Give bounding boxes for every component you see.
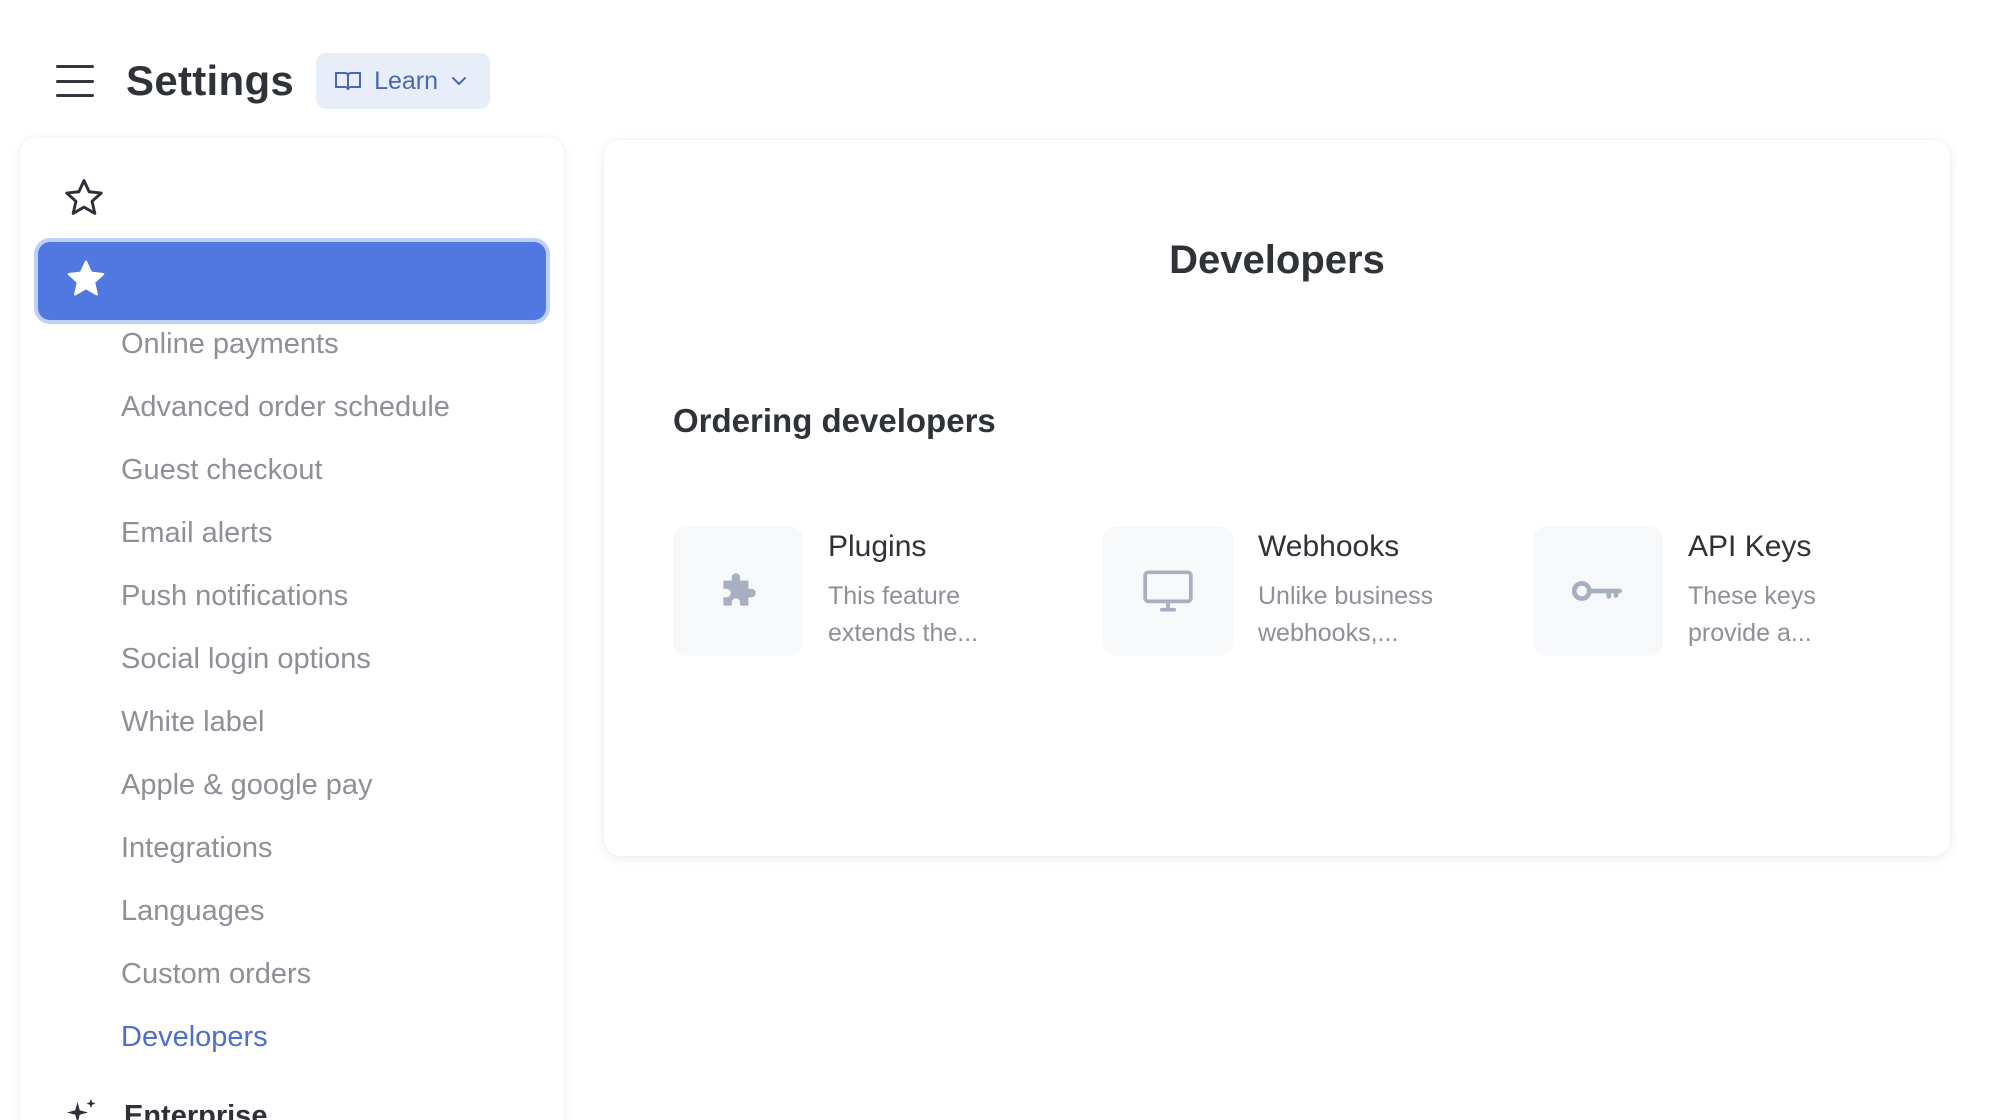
- feature-webhooks[interactable]: Webhooks Unlike business webhooks,...: [1103, 526, 1503, 658]
- monitor-icon: [1103, 526, 1233, 656]
- sidebar-item-white-label[interactable]: White label: [121, 702, 264, 742]
- sidebar-item-push-notifications[interactable]: Push notifications: [121, 576, 348, 616]
- sidebar-item-online-payments[interactable]: Online payments: [121, 324, 339, 364]
- learn-button[interactable]: Learn: [316, 53, 491, 109]
- feature-description: This feature extends the...: [828, 578, 1058, 652]
- settings-sidebar: Online payments Advanced order schedule …: [20, 138, 564, 1120]
- feature-desc-line: These keys: [1688, 582, 1816, 610]
- feature-desc-line: This feature: [828, 582, 961, 610]
- feature-description: Unlike business webhooks,...: [1258, 578, 1488, 652]
- feature-description: These keys provide a...: [1688, 578, 1918, 652]
- settings-page: Settings Learn Online payments Advanced …: [0, 0, 2000, 1120]
- page-title: Settings: [126, 57, 295, 104]
- feature-desc-line: extends the...: [828, 619, 979, 647]
- sidebar-item-active[interactable]: [38, 242, 546, 320]
- section-title: Ordering developers: [673, 402, 996, 439]
- feature-desc-line: Unlike business: [1258, 582, 1434, 610]
- sidebar-item-email-alerts[interactable]: Email alerts: [121, 513, 273, 553]
- sidebar-item-enterprise[interactable]: Enterprise: [64, 1096, 267, 1120]
- puzzle-icon: [673, 526, 803, 656]
- sidebar-item-advanced-order-schedule[interactable]: Advanced order schedule: [121, 387, 450, 427]
- sidebar-item-apple-google-pay[interactable]: Apple & google pay: [121, 765, 373, 805]
- favorites-toggle[interactable]: [62, 174, 122, 226]
- feature-desc-line: webhooks,...: [1258, 619, 1399, 647]
- star-filled-icon: [64, 257, 108, 306]
- feature-plugins[interactable]: Plugins This feature extends the...: [673, 526, 1073, 658]
- feature-desc-line: provide a...: [1688, 619, 1812, 647]
- sidebar-item-guest-checkout[interactable]: Guest checkout: [121, 450, 323, 490]
- enterprise-label: Enterprise: [124, 1100, 268, 1120]
- book-icon: [334, 70, 362, 92]
- card-title: Developers: [1169, 238, 1385, 282]
- sidebar-item-social-login-options[interactable]: Social login options: [121, 639, 371, 679]
- developers-card: Developers Ordering developers Plugins T…: [604, 140, 1950, 856]
- sidebar-item-integrations[interactable]: Integrations: [121, 828, 273, 868]
- feature-name: Webhooks: [1258, 530, 1400, 563]
- sidebar-item-languages[interactable]: Languages: [121, 891, 265, 931]
- sidebar-item-developers[interactable]: Developers: [121, 1017, 268, 1057]
- feature-name: API Keys: [1688, 530, 1812, 563]
- chevron-down-icon: [450, 75, 468, 87]
- feature-name: Plugins: [828, 530, 927, 563]
- top-header: Settings Learn: [56, 50, 491, 112]
- sidebar-item-custom-orders[interactable]: Custom orders: [121, 954, 311, 994]
- key-icon: [1533, 526, 1663, 656]
- feature-api-keys[interactable]: API Keys These keys provide a...: [1533, 526, 1933, 658]
- learn-button-label: Learn: [374, 66, 439, 95]
- star-outline-icon: [62, 176, 106, 225]
- sparkles-icon: [64, 1096, 100, 1120]
- hamburger-icon[interactable]: [56, 65, 94, 97]
- feature-list: Plugins This feature extends the... Webh…: [673, 526, 1913, 658]
